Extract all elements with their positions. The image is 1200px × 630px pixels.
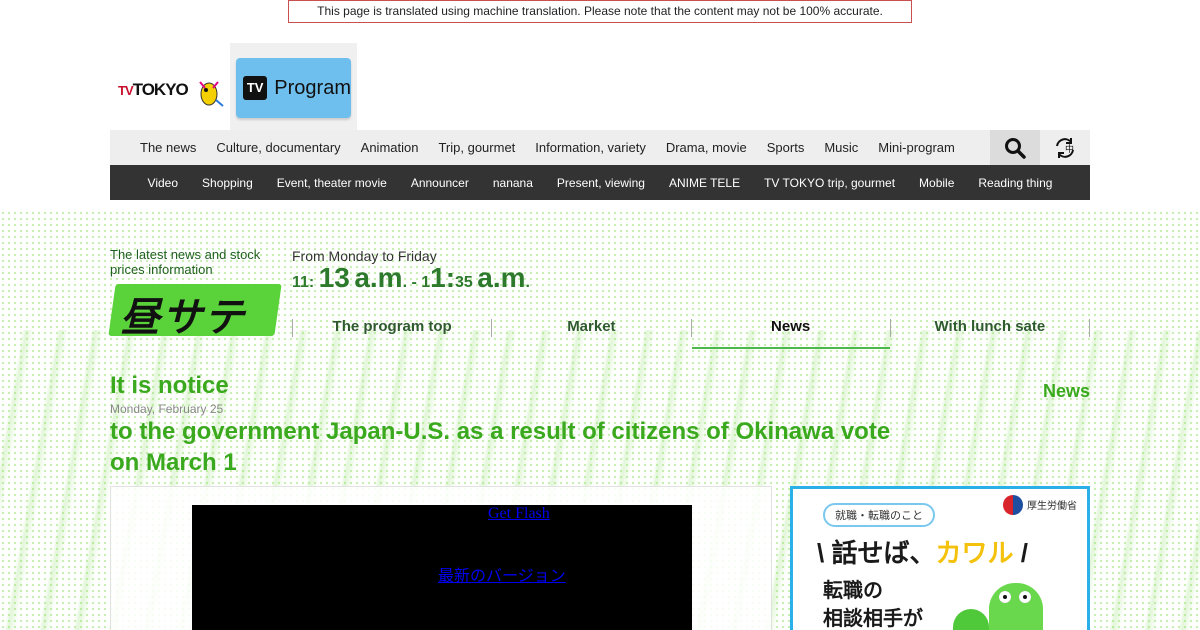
ad-banner[interactable]: 就職・転職のこと 厚生労働省 \ 話せば、カワル / 転職の 相談相手が (790, 486, 1090, 630)
program-tab: TV Program (230, 43, 357, 130)
ad-headline: \ 話せば、カワル / (817, 538, 1028, 568)
nav2-item-anime-tele[interactable]: ANIME TELE (657, 176, 752, 190)
article-date: Monday, February 25 (110, 402, 224, 416)
latest-version-link[interactable]: 最新のバージョン (438, 562, 566, 586)
show-logo-text: 昼サテ (120, 296, 246, 340)
language-button[interactable]: 中 (1040, 130, 1090, 165)
mascot-icon (199, 81, 224, 107)
nav2-item-tv-tokyo-trip-gourmet[interactable]: TV TOKYO trip, gourmet (752, 176, 907, 190)
nav2-item-mobile[interactable]: Mobile (907, 176, 966, 190)
nav-item-music[interactable]: Music (814, 140, 868, 155)
nav2-item-present-viewing[interactable]: Present, viewing (545, 176, 657, 190)
nav2-item-announcer[interactable]: Announcer (399, 176, 481, 190)
program-button-label: Program (274, 76, 351, 99)
nav-item-sports[interactable]: Sports (757, 140, 815, 155)
nav-item-trip-gourmet[interactable]: Trip, gourmet (428, 140, 525, 155)
tv-icon: TV (243, 76, 268, 100)
article-title: to the government Japan-U.S. as a result… (110, 418, 891, 476)
ad-ministry: 厚生労働省 (1027, 501, 1077, 512)
program-button[interactable]: TV Program (236, 58, 351, 118)
video-player[interactable]: Get Flash 最新のバージョン (192, 505, 692, 630)
tv-tokyo-logo[interactable]: TVTOKYO (118, 76, 230, 116)
tab-program-top[interactable]: The program top (292, 319, 491, 337)
nav-item-the-news[interactable]: The news (110, 140, 206, 155)
search-icon (1005, 137, 1026, 159)
nav-item-drama-movie[interactable]: Drama, movie (656, 140, 757, 155)
frog-mascot-small-icon (953, 609, 989, 630)
article-heading: It is notice (110, 372, 229, 399)
show-logo[interactable]: 昼サテ (108, 282, 282, 340)
ad-pill: 就職・転職のこと (823, 503, 935, 527)
frog-mascot-icon (989, 583, 1043, 630)
program-subnav: The program top Market News With lunch s… (292, 312, 1090, 349)
section-label: News (1042, 381, 1090, 401)
nav2-item-nanana[interactable]: nanana (481, 176, 545, 190)
svg-text:中: 中 (1065, 143, 1074, 155)
tab-with-lunch-sate[interactable]: With lunch sate (889, 319, 1090, 337)
video-panel: Get Flash 最新のバージョン (110, 486, 772, 630)
translate-icon: 中 (1056, 137, 1074, 158)
search-button[interactable] (990, 130, 1040, 165)
primary-nav: The news Culture, documentary Animation … (110, 130, 1090, 165)
nav2-item-shopping[interactable]: Shopping (190, 176, 265, 190)
get-flash-link[interactable]: Get Flash (488, 505, 550, 523)
nav2-item-reading-thing[interactable]: Reading thing (966, 176, 1064, 190)
show-tagline: The latest news and stock prices informa… (110, 247, 261, 277)
nav-item-mini-program[interactable]: Mini-program (868, 140, 965, 155)
ad-subtext: 転職の 相談相手が (823, 580, 923, 630)
nav2-item-event-theater-movie[interactable]: Event, theater movie (265, 176, 399, 190)
machine-translation-notice: This page is translated using machine tr… (288, 0, 912, 23)
nav-item-animation[interactable]: Animation (351, 140, 429, 155)
secondary-nav: Video Shopping Event, theater movie Anno… (110, 165, 1090, 200)
tab-news[interactable]: News (690, 319, 891, 349)
schedule-time: 11: 13 a.m. - 11:35 a.m. (292, 262, 530, 293)
nav2-item-video[interactable]: Video (136, 176, 190, 190)
tv-tokyo-wordmark: TVTOKYO (118, 80, 189, 99)
nav-item-culture-documentary[interactable]: Culture, documentary (206, 140, 350, 155)
ministry-logo-icon (1003, 495, 1023, 515)
tab-market[interactable]: Market (491, 319, 690, 337)
nav-item-information-variety[interactable]: Information, variety (525, 140, 656, 155)
